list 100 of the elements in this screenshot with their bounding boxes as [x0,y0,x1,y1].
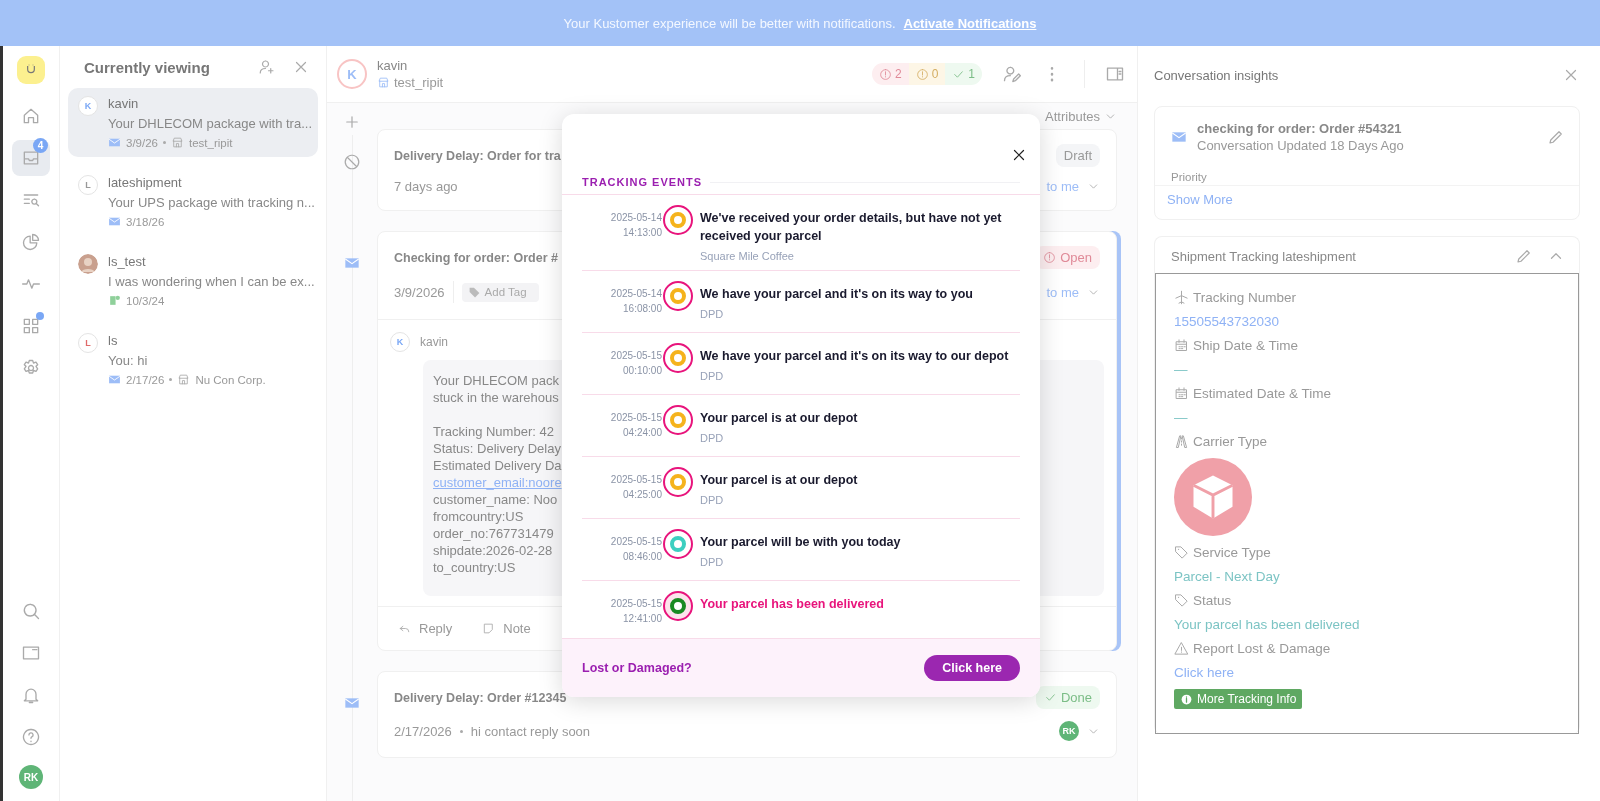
apps-grid-icon [21,316,41,336]
event-date: 2025-05-15 [610,597,662,611]
message-preview: Your DHLECOM package with tra... [108,116,312,131]
banner-text: Your Kustomer experience will be better with notifications. [563,15,896,31]
field-label: Estimated Date & Time [1193,386,1332,401]
sender-avatar: K [390,332,410,352]
message-preview: I was wondering when I can be ex... [108,274,315,289]
event-source: DPD [700,556,724,568]
reply-button[interactable]: Reply [398,621,453,636]
field-value: — [1174,410,1188,425]
status-count[interactable]: 2 [871,63,909,85]
message-line: Status: Delivery Delay [433,440,561,457]
logo-icon[interactable] [17,56,45,84]
conversation-subject: checking for order: Order #54321 [1197,121,1402,136]
edit-icon[interactable] [1547,128,1565,146]
message-line: Estimated Delivery Da [433,457,562,474]
event-title: Your parcel is at our depot [700,472,858,489]
add-icon[interactable] [343,113,361,131]
conversation-title: Checking for order: Order # [394,250,558,265]
message-line: stuck in the warehous [433,389,559,406]
assign-link[interactable]: to me [1046,179,1079,194]
field-value: — [1174,362,1188,377]
field-value: Parcel - Next Day [1174,569,1280,584]
message-line: Your DHLECOM pack [433,372,559,389]
show-more-link[interactable]: Show More [1167,192,1233,207]
assign-user-icon[interactable] [1002,64,1022,84]
field-label: Priority [1171,171,1207,183]
section-title: Shipment Tracking lateshipment [1171,248,1356,264]
nav-item[interactable]: 4 [12,140,50,176]
conversation-item[interactable]: L lateshipment Your UPS package with tracking n... 3/18/26 [68,167,318,236]
store-icon [177,373,191,386]
email-icon [108,215,121,228]
event-source: DPD [700,308,724,320]
email-link[interactable]: customer_email:noore [433,474,562,491]
event-date: 2025-05-14 [610,211,662,225]
field-link[interactable]: 15505543732030 [1174,314,1280,329]
conversation-item[interactable]: ls_test I was wondering when I can be ex... 10/3/24 [68,246,318,315]
event-source: DPD [700,370,724,382]
email-icon [344,695,360,711]
email-icon [108,373,121,386]
field-value: Your parcel has been delivered [1174,617,1360,632]
event-title: We have your parcel and it's on its way to you [700,286,973,303]
help-icon[interactable] [21,727,41,747]
tag-icon [1174,545,1189,560]
field-link[interactable]: Click here [1174,665,1235,680]
status-count[interactable]: 1 [945,63,982,85]
event-title: Your parcel has been delivered [700,596,884,613]
add-tag-button[interactable]: Add Tag [461,282,539,302]
event-time: 14:13:00 [623,226,662,240]
warning-icon [1174,641,1189,656]
store-icon [171,136,184,149]
event-time: 04:25:00 [623,488,662,502]
message-preview: hi contact reply soon [470,723,591,739]
event-title: We have your parcel and it's on its way to our depot [700,348,1009,365]
conversation-title: Delivery Delay: Order for tra [394,148,561,163]
edit-icon[interactable] [1515,247,1533,265]
event-time: 16:08:00 [623,302,662,316]
assign-link[interactable]: to me [1046,284,1079,300]
status-badge: Done [1035,686,1100,709]
conversation-item[interactable]: K kavin Your DHLECOM package with tra... 3/9/26 test_ripit [68,88,318,157]
organization-name: test_ripit [189,136,233,149]
event-source: DPD [700,432,724,444]
email-icon [108,136,121,149]
message-line: customer_name: Noo [433,491,558,508]
message-line: Tracking Number: 42 [433,423,554,440]
filter-option[interactable]: Attributes [1045,108,1100,124]
conversation-item[interactable]: L ls You: hi 2/17/26 Nu Con Corp. [68,325,318,394]
note-button[interactable]: Note [482,621,531,636]
date: 3/18/26 [126,215,165,228]
panel-title: Conversation insights [1154,67,1280,83]
tag-icon [1174,593,1189,608]
conversation-date: 3/9/2026 [394,284,445,300]
customer-avatar[interactable]: K [337,59,367,89]
event-date: 2025-05-15 [610,535,662,549]
conversation-title: Delivery Delay: Order #12345 [394,690,567,705]
date: 2/17/26 [126,373,165,386]
click-here-button[interactable]: Click here [924,655,1020,681]
customer-name: kavin [377,58,408,73]
avatar: K [78,96,98,116]
event-title: Your parcel is at our depot [700,410,858,427]
avatar: L [78,333,98,353]
status-count[interactable]: 0 [908,63,946,85]
tag-icon [467,285,481,299]
calendar-icon [1174,338,1189,353]
store-icon [377,76,390,89]
event-date: 2025-05-15 [610,473,662,487]
organization-name: test_ripit [394,75,444,90]
event-time: 12:41:00 [623,612,662,626]
contact-name: ls_test [108,254,146,269]
road-icon [1174,434,1189,449]
user-avatar[interactable]: RK [19,765,43,789]
more-tracking-info-button[interactable]: More Tracking Info [1174,689,1303,709]
search-icon[interactable] [21,601,41,621]
updated-text: Conversation Updated 18 Days Ago [1197,138,1404,153]
add-user-icon[interactable] [258,58,276,76]
activate-notifications-link[interactable]: Activate Notifications [903,15,1037,31]
conversation-date: 7 days ago [394,179,458,194]
home-icon [21,106,41,126]
check-icon [1043,691,1057,704]
event-title: We've received your order details, but have not yet received your parcel [700,210,1003,245]
